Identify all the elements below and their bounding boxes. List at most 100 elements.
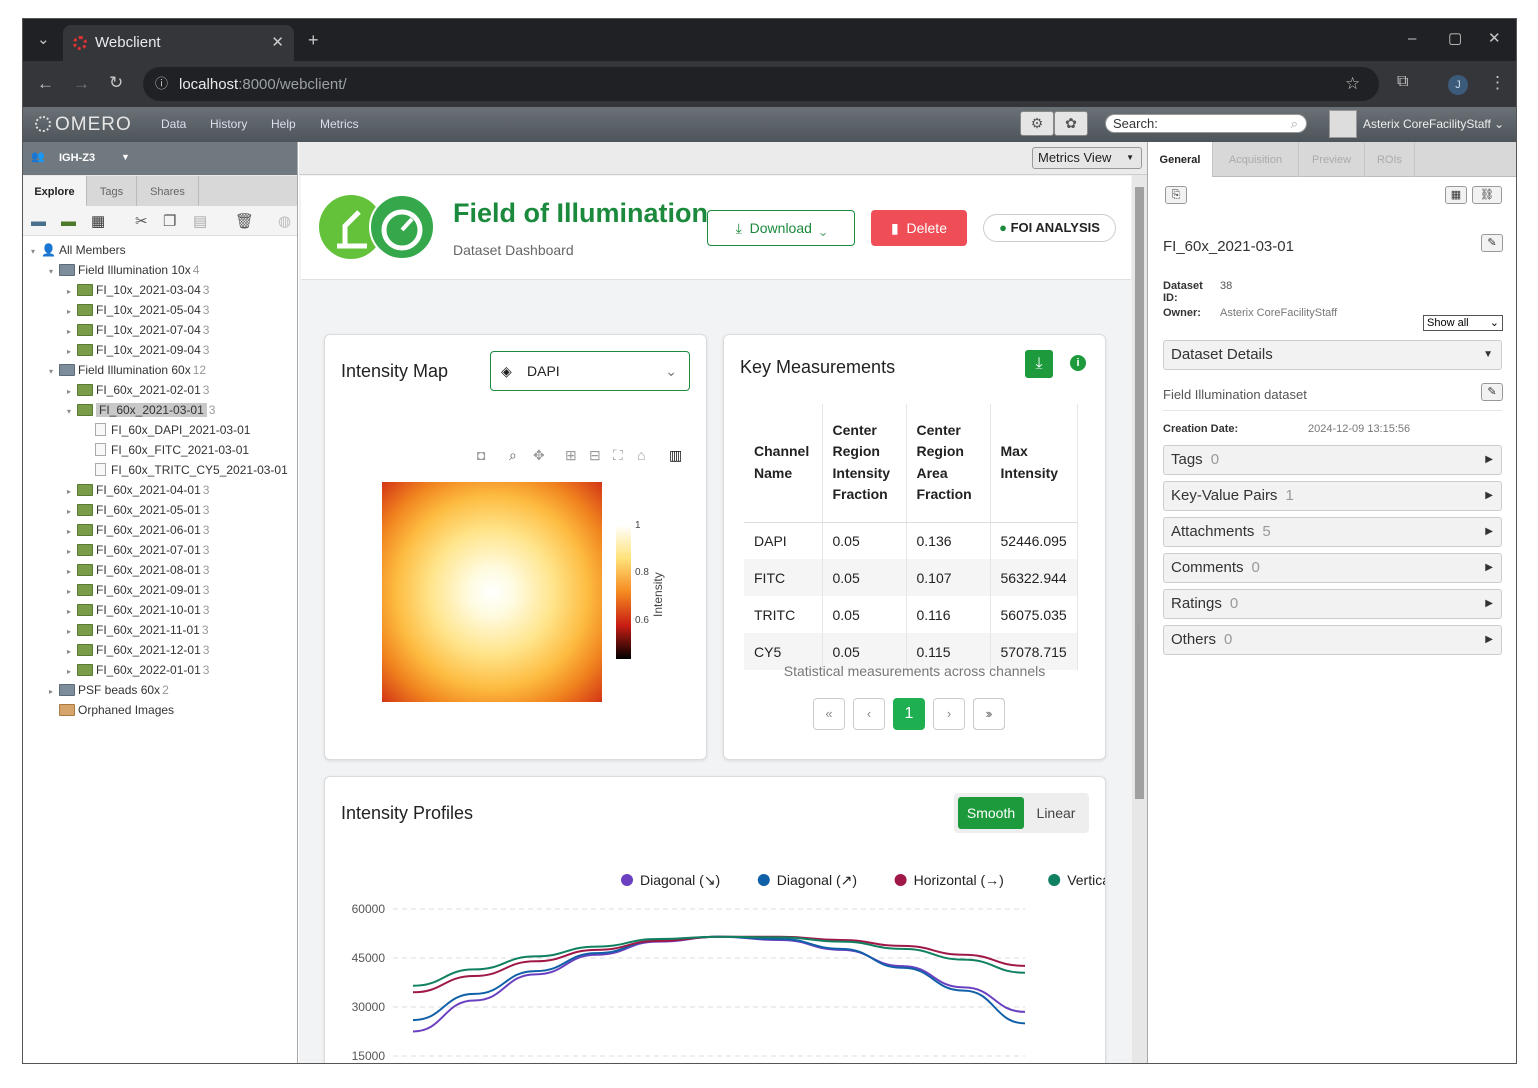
expand-arrow-icon[interactable]: ▸ <box>67 322 77 342</box>
expand-arrow-icon[interactable]: ▾ <box>49 262 59 282</box>
cut-icon[interactable]: ✂ <box>135 214 148 229</box>
edit-name-icon[interactable]: ✎ <box>1481 234 1503 252</box>
legend-marker[interactable] <box>894 874 907 886</box>
tree-node[interactable]: ▸ FI_60x_2021-02-01 3 <box>67 380 209 400</box>
tab-acquisition[interactable]: Acquisition <box>1213 142 1299 177</box>
expand-arrow-icon[interactable]: ▸ <box>67 302 77 322</box>
zoom-out-icon[interactable]: ⊟ <box>589 447 601 464</box>
tree-node[interactable]: ▾ FI_60x_2021-03-01 3 <box>67 400 215 420</box>
expand-arrow-icon[interactable]: ▸ <box>67 662 77 682</box>
tab-preview[interactable]: Preview <box>1299 142 1365 177</box>
tree-node[interactable]: ▸ FI_60x_2021-07-01 3 <box>67 540 209 560</box>
reset-axes-icon[interactable]: ⌂ <box>637 447 645 463</box>
tree-node[interactable]: ▸ FI_60x_2022-01-01 3 <box>67 660 209 680</box>
expand-arrow-icon[interactable]: ▸ <box>67 482 77 502</box>
pan-icon[interactable]: ✥ <box>533 447 545 464</box>
smooth-button[interactable]: Smooth <box>958 797 1024 829</box>
expand-arrow-icon[interactable]: ▸ <box>67 562 77 582</box>
menu-help[interactable]: Help <box>271 117 296 131</box>
show-all-select[interactable]: Show all ⌄ <box>1423 315 1503 331</box>
tree-node[interactable]: ▸ FI_60x_2021-09-01 3 <box>67 580 209 600</box>
legend-marker[interactable] <box>757 874 770 886</box>
tree-node[interactable]: ▸ FI_60x_2021-06-01 3 <box>67 520 209 540</box>
expand-arrow-icon[interactable]: ▾ <box>67 402 77 422</box>
group-selector[interactable]: 👥 IGH-Z3 ▼ <box>23 142 297 175</box>
bookmark-star-icon[interactable]: ☆ <box>1345 75 1360 92</box>
camera-icon[interactable]: ◘ <box>477 447 485 463</box>
tree-node[interactable]: ▸ FI_60x_2021-08-01 3 <box>67 560 209 580</box>
scripts-gear-icon[interactable]: ⚙ <box>1020 111 1054 136</box>
autoscale-icon[interactable]: ⛶ <box>613 447 623 464</box>
tree-node[interactable]: ▸ FI_10x_2021-07-04 3 <box>67 320 209 340</box>
maximize-icon[interactable]: ▢ <box>1448 31 1462 46</box>
tree-node[interactable]: FI_60x_TRITC_CY5_2021-03-01 <box>85 460 288 480</box>
section-attachments[interactable]: Attachments 5 ▶ <box>1163 517 1502 547</box>
copy-icon[interactable]: ❐ <box>163 214 176 229</box>
tree-node[interactable]: ▸ FI_10x_2021-03-04 3 <box>67 280 209 300</box>
expand-arrow-icon[interactable]: ▸ <box>67 522 77 542</box>
extensions-icon[interactable]: ⧉ <box>1397 74 1408 90</box>
tree-node[interactable]: FI_60x_DAPI_2021-03-01 <box>85 420 250 440</box>
tree-node[interactable]: ▸ FI_10x_2021-09-04 3 <box>67 340 209 360</box>
next-page-button[interactable]: › <box>933 698 965 730</box>
section-ratings[interactable]: Ratings 0 ▶ <box>1163 589 1502 619</box>
share-icon[interactable]: ◍ <box>278 214 291 229</box>
minimize-icon[interactable]: – <box>1408 31 1416 46</box>
tab-search-icon[interactable]: ⌄ <box>37 32 50 47</box>
edit-description-icon[interactable]: ✎ <box>1481 383 1503 401</box>
tab-explore[interactable]: Explore <box>23 176 87 206</box>
tree-node[interactable]: ▾ Field Illumination 60x 12 <box>49 360 206 380</box>
apps-icon[interactable]: ✿ <box>1054 111 1088 136</box>
search-input[interactable]: Search: ⌕ <box>1105 114 1307 133</box>
paste-icon[interactable]: ▤ <box>193 214 207 229</box>
tree-node[interactable]: ▸ FI_60x_2021-11-01 3 <box>67 620 209 640</box>
zoom-icon[interactable]: ⌕ <box>509 447 517 464</box>
intensity-heatmap[interactable] <box>382 482 602 702</box>
open-viewer-icon[interactable]: ⎘ <box>1165 186 1187 204</box>
reload-icon[interactable]: ↻ <box>109 74 123 91</box>
expand-arrow-icon[interactable]: ▸ <box>67 622 77 642</box>
tree-node[interactable]: ▸ FI_10x_2021-05-04 3 <box>67 300 209 320</box>
grid-icon[interactable]: ▦ <box>1445 186 1467 204</box>
browser-tab[interactable]: Webclient ✕ <box>63 25 294 61</box>
expand-arrow-icon[interactable]: ▸ <box>67 642 77 662</box>
legend-label[interactable]: Vertical (↓) <box>1067 872 1105 888</box>
expand-arrow-icon[interactable]: ▾ <box>31 242 41 262</box>
expand-arrow-icon[interactable]: ▸ <box>67 602 77 622</box>
expand-arrow-icon[interactable]: ▾ <box>49 362 59 382</box>
tree-node[interactable]: ▸ FI_60x_2021-12-01 3 <box>67 640 209 660</box>
tab-shares[interactable]: Shares <box>137 176 199 206</box>
dataset-details-dropdown[interactable]: Dataset Details ▼ <box>1163 340 1502 370</box>
section-tags[interactable]: Tags 0 ▶ <box>1163 445 1502 475</box>
expand-arrow-icon[interactable]: ▸ <box>67 502 77 522</box>
expand-arrow-icon[interactable]: ▸ <box>49 682 59 702</box>
profile-avatar[interactable]: J <box>1448 75 1468 95</box>
download-button[interactable]: ⤓ Download ⌄ <box>707 210 855 246</box>
tree-node[interactable]: ▸ FI_60x_2021-10-01 3 <box>67 600 209 620</box>
site-info-icon[interactable]: ⓘ <box>155 77 168 90</box>
omnibox[interactable]: ⓘ localhost:8000/webclient/ ☆ <box>143 67 1379 101</box>
center-scroll-thumb[interactable] <box>1135 187 1144 799</box>
new-dataset-icon[interactable]: ▬ <box>61 214 76 229</box>
tab-general[interactable]: General <box>1148 142 1213 177</box>
legend-marker[interactable] <box>1048 874 1061 886</box>
legend-label[interactable]: Diagonal (↗) <box>777 872 857 888</box>
window-close-icon[interactable]: ✕ <box>1488 31 1501 46</box>
tree-node[interactable]: Orphaned Images <box>49 700 174 720</box>
right-splitter-handle[interactable] <box>1138 622 1141 640</box>
delete-icon[interactable]: 🗑 <box>235 214 254 229</box>
delete-button[interactable]: ▮ Delete <box>871 210 967 246</box>
expand-arrow-icon[interactable]: ▸ <box>67 582 77 602</box>
browser-menu-icon[interactable]: ⋮ <box>1489 74 1506 91</box>
new-project-icon[interactable]: ▬ <box>31 214 46 229</box>
last-page-icon[interactable]: » <box>973 698 1005 730</box>
section-comments[interactable]: Comments 0 ▶ <box>1163 553 1502 583</box>
user-avatar[interactable] <box>1329 110 1357 138</box>
tree-node[interactable]: FI_60x_FITC_2021-03-01 <box>85 440 249 460</box>
info-icon[interactable]: i <box>1070 355 1086 371</box>
expand-arrow-icon[interactable]: ▸ <box>67 282 77 302</box>
expand-arrow-icon[interactable]: ▸ <box>67 382 77 402</box>
menu-metrics[interactable]: Metrics <box>320 117 359 131</box>
view-select[interactable]: Metrics View ▼ <box>1032 147 1142 169</box>
channel-select[interactable]: ◈ DAPI ⌄ <box>490 351 690 391</box>
